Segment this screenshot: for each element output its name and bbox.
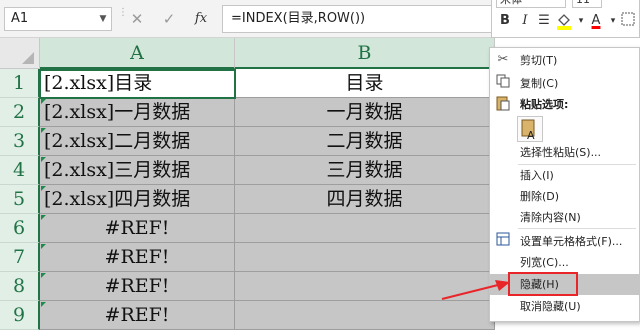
menu-item-column-width[interactable]: 列宽(C)... <box>490 252 640 273</box>
red-arrow-icon <box>441 280 510 300</box>
row-header[interactable]: 1 <box>0 69 40 98</box>
menu-item-clear[interactable]: 清除内容(N) <box>490 207 640 228</box>
error-indicator-icon <box>41 244 46 249</box>
error-indicator-icon <box>41 273 46 278</box>
menu-item-paste-special[interactable]: 选择性粘贴(S)... <box>490 142 640 163</box>
cell-a[interactable]: [2.xlsx]二月数据 <box>40 127 235 156</box>
cell-b[interactable]: 三月数据 <box>235 156 495 185</box>
menu-item-unhide[interactable]: 取消隐藏(U) <box>490 296 640 317</box>
chevron-down-icon[interactable]: ▼ <box>96 7 110 31</box>
row-header[interactable]: 9 <box>0 301 40 330</box>
menu-item-format-cells[interactable]: 设置单元格格式(F)... <box>490 231 640 252</box>
align-center-icon[interactable]: ☰ <box>536 12 552 30</box>
paste-clipboard-icon: A <box>521 119 535 142</box>
font-name-field[interactable]: 宋体 <box>496 0 566 8</box>
bold-button[interactable]: B <box>497 12 513 30</box>
row-header[interactable]: 8 <box>0 272 40 301</box>
cell-b[interactable]: 二月数据 <box>235 127 495 156</box>
cell-b[interactable] <box>235 243 495 272</box>
cancel-icon[interactable]: ✕ <box>126 9 148 29</box>
insert-function-icon[interactable]: fx <box>190 9 212 29</box>
font-color-button[interactable]: A <box>588 12 604 30</box>
active-cell-border <box>39 69 236 99</box>
paste-options-label: 粘贴选项: <box>520 98 569 111</box>
cell-b[interactable] <box>235 301 495 330</box>
row-header[interactable]: 2 <box>0 98 40 127</box>
row-header[interactable]: 7 <box>0 243 40 272</box>
formula-input[interactable]: =INDEX(目录,ROW()) <box>222 5 492 33</box>
error-indicator-icon <box>41 99 46 104</box>
menu-item-delete[interactable]: 删除(D) <box>490 186 640 207</box>
highlight-box <box>508 272 578 296</box>
row-header[interactable]: 4 <box>0 156 40 185</box>
row-header[interactable]: 3 <box>0 127 40 156</box>
menu-item-insert[interactable]: 插入(I) <box>490 165 640 186</box>
error-indicator-icon <box>41 128 46 133</box>
select-all-corner[interactable] <box>0 38 40 69</box>
cell-a[interactable]: [2.xlsx]一月数据 <box>40 98 235 127</box>
error-indicator-icon <box>41 186 46 191</box>
fill-color-icon[interactable] <box>556 12 572 30</box>
cell-a[interactable]: [2.xlsx]三月数据 <box>40 156 235 185</box>
menu-item-copy[interactable]: 复制(C) <box>490 73 640 94</box>
cell-b[interactable] <box>235 214 495 243</box>
fill-dropdown-icon[interactable]: ▾ <box>573 12 589 30</box>
cell-b[interactable]: 一月数据 <box>235 98 495 127</box>
cell-a[interactable]: #REF! <box>40 214 235 243</box>
borders-icon[interactable] <box>620 12 636 30</box>
column-header-a[interactable]: A <box>40 38 235 69</box>
cell-a[interactable]: #REF! <box>40 243 235 272</box>
italic-button[interactable]: I <box>517 12 533 30</box>
cell-b[interactable]: 四月数据 <box>235 185 495 214</box>
cell-a[interactable]: #REF! <box>40 301 235 330</box>
svg-text:A: A <box>527 129 535 141</box>
menu-item-cut[interactable]: 剪切(T) <box>490 50 640 71</box>
menu-divider <box>518 228 636 229</box>
select-all-triangle-icon <box>22 52 34 64</box>
font-size-field[interactable]: 11 <box>572 0 602 8</box>
font-color-dropdown-icon[interactable]: ▾ <box>605 12 621 30</box>
row-header[interactable]: 5 <box>0 185 40 214</box>
error-indicator-icon <box>41 302 46 307</box>
cell-a[interactable]: [2.xlsx]四月数据 <box>40 185 235 214</box>
error-indicator-icon <box>41 157 46 162</box>
paste-option-button[interactable]: A <box>517 116 543 142</box>
row-header[interactable]: 6 <box>0 214 40 243</box>
column-header-b[interactable]: B <box>235 38 495 69</box>
grip-icon: ⋮ <box>118 8 128 28</box>
enter-icon[interactable]: ✓ <box>158 9 180 29</box>
cell-b[interactable]: 目录 <box>235 69 495 98</box>
cell-a[interactable]: #REF! <box>40 272 235 301</box>
error-indicator-icon <box>41 215 46 220</box>
